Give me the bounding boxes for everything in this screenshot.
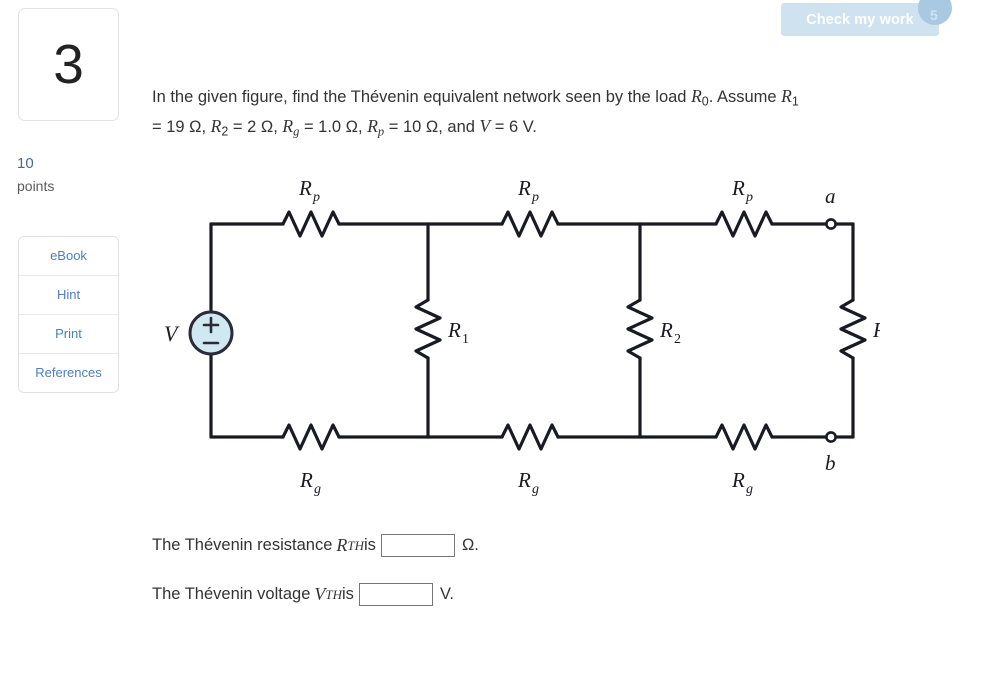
references-button[interactable]: References — [19, 354, 118, 392]
vth-is-label: is — [342, 585, 354, 603]
vth-unit-label: V. — [439, 585, 455, 603]
rp-top-right-subscript: p — [745, 190, 753, 205]
r2-label-subscript: 2 — [674, 332, 681, 347]
rp-symbol: R — [367, 115, 378, 136]
points-value: 10 — [17, 155, 34, 172]
rg-bottom-mid-subscript: g — [532, 482, 539, 497]
rth-subscript: TH — [347, 537, 365, 553]
rp-top-left-label: R — [298, 176, 312, 200]
vth-subscript: TH — [325, 586, 343, 602]
r2-value: = 2 Ω, — [228, 117, 283, 136]
vth-prefix-label: The Thévenin voltage — [152, 585, 311, 603]
source-label: V — [164, 321, 180, 346]
question-number: 3 — [53, 33, 84, 95]
question-text-part1: In the given figure, find the Thévenin e… — [152, 88, 692, 106]
rth-unit-label: Ω. — [461, 536, 479, 554]
rg-bottom-mid-label: R — [517, 468, 531, 492]
terminal-b-node — [825, 431, 837, 443]
node-a-label: a — [825, 184, 836, 208]
v-value: = 6 V. — [490, 117, 537, 136]
rg-bottom-left-subscript: g — [314, 482, 321, 497]
r1-symbol: R — [781, 86, 792, 106]
question-text: In the given figure, find the Thévenin e… — [152, 82, 982, 142]
vth-symbol: V — [314, 584, 326, 604]
r2-label: R — [659, 318, 673, 342]
question-number-card: 3 — [18, 8, 119, 121]
circuit-wires — [209, 210, 867, 451]
check-my-work-group: Check my work 5 — [781, 0, 952, 36]
r0-label: R — [872, 318, 880, 342]
question-text-part2: . Assume — [708, 88, 782, 106]
thevenin-voltage-input[interactable] — [358, 583, 433, 606]
side-tools-panel: eBook Hint Print References — [18, 236, 119, 393]
v-symbol: V — [479, 115, 491, 136]
thevenin-resistance-input[interactable] — [380, 534, 455, 557]
rg-bottom-left-label: R — [299, 468, 313, 492]
rp-value: = 10 Ω, and — [384, 117, 480, 136]
load-symbol: R — [691, 86, 702, 106]
thevenin-voltage-answer-row: The Thévenin voltage V TH is V. — [152, 583, 454, 606]
rp-top-mid-subscript: p — [531, 190, 539, 205]
r2-symbol: R — [210, 115, 222, 136]
thevenin-resistance-answer-row: The Thévenin resistance R TH is Ω. — [152, 534, 479, 557]
rg-value: = 1.0 Ω, — [299, 117, 368, 136]
check-my-work-button[interactable]: Check my work — [781, 3, 939, 36]
rth-symbol: R — [336, 535, 348, 555]
load-subscript: 0 — [701, 94, 709, 109]
rp-top-right-label: R — [731, 176, 745, 200]
hint-button[interactable]: Hint — [19, 276, 118, 315]
points-label: points — [17, 178, 55, 194]
r1-subscript: 1 — [791, 94, 799, 109]
rg-bottom-right-label: R — [731, 468, 745, 492]
rth-prefix-label: The Thévenin resistance — [152, 536, 333, 554]
r1-label-subscript: 1 — [462, 332, 469, 347]
terminal-a-node — [825, 218, 837, 230]
print-button[interactable]: Print — [19, 315, 118, 354]
circuit-diagram: V R p R p R p a b R 1 R 2 R 0 R g R g R … — [150, 170, 880, 500]
node-b-label: b — [825, 451, 836, 475]
rp-top-mid-label: R — [517, 176, 531, 200]
rp-top-left-subscript: p — [312, 190, 320, 205]
r1-label: R — [447, 318, 461, 342]
r1-value: = 19 Ω, — [152, 117, 211, 136]
rg-bottom-right-subscript: g — [746, 482, 753, 497]
rg-symbol: R — [282, 115, 294, 136]
ebook-button[interactable]: eBook — [19, 237, 118, 276]
rth-is-label: is — [364, 536, 376, 554]
